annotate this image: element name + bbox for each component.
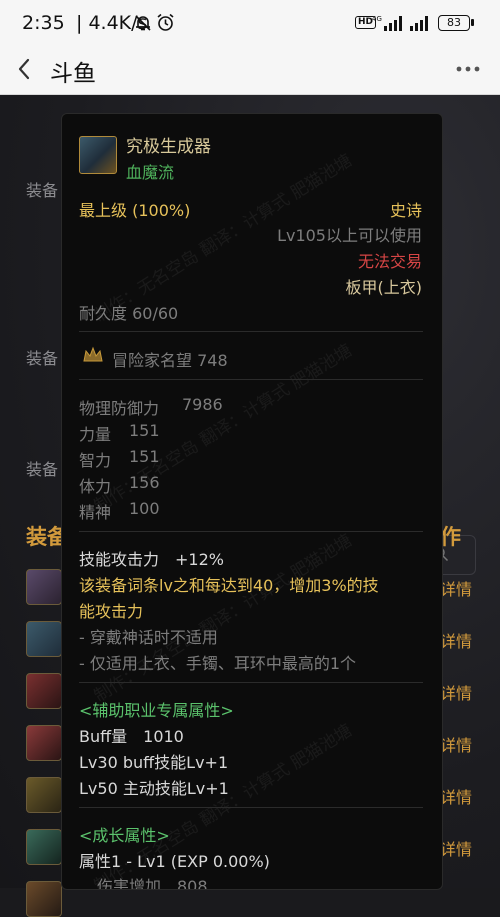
stat-value: 156 [129,473,160,492]
item-note: - 仅适用上衣、手镯、耳环中最高的1个 [79,654,357,673]
bg-item-thumb [26,725,62,761]
divider [79,531,423,532]
bg-item-thumb [26,829,62,865]
status-time: 2:35 [22,12,65,34]
battery-icon: 83 [438,15,470,31]
item-description: 该装备词条lv之和每达到40，增加3%的技 [79,576,379,595]
svg-text:4G: 4G [372,15,382,23]
bg-detail-link: 详情 [440,736,473,755]
item-name: 究极生成器 [126,137,211,157]
stat-label: 力量 [79,425,112,444]
growth-attribute: 属性1 - Lv1 (EXP 0.00%) [79,852,270,871]
item-set-name: 血魔流 [126,163,175,182]
bg-right-heading: 作 [440,525,461,549]
item-description: 能攻击力 [79,602,144,621]
item-tooltip-card: 制作：无名空岛 翻译：计算式 肥猫池塘 制作：无名空岛 翻译：计算式 肥猫池塘 … [61,113,443,890]
item-grade: 最上级 (100%) [79,201,191,220]
app-header: 斗鱼 [0,46,500,95]
growth-section-header: <成长属性> [79,826,170,845]
alarm-clock-icon [157,13,174,31]
stat-value: 100 [129,499,160,518]
bg-item-thumb [26,569,62,605]
item-rarity: 史诗 [389,201,422,220]
battery-tip [471,19,474,26]
stat-label: 体力 [79,477,112,496]
support-section-header: <辅助职业专属属性> [79,701,234,720]
stat-label: 智力 [79,451,112,470]
stat-label: 精神 [79,503,112,522]
divider [79,682,423,683]
divider [79,331,423,332]
equip-slot: 板甲(上衣) [345,278,423,297]
adventurer-fame: 冒险家名望 748 [112,351,228,370]
status-bar: 2:35 | 4.4K/s HD 4G 83 [0,0,500,46]
trade-status: 无法交易 [357,252,422,271]
support-stat: Lv30 buff技能Lv+1 [79,753,229,772]
divider [79,807,423,808]
bg-detail-link: 详情 [440,840,473,859]
bg-item-thumb [26,881,62,917]
bg-detail-link: 详情 [440,788,473,807]
mute-bell-icon [135,15,151,31]
bg-equip-label: 装备 [26,460,59,479]
bg-item-thumb [26,621,62,657]
back-arrow-icon[interactable] [14,56,36,82]
signal-icon [410,16,428,31]
stat-value: 151 [129,447,160,466]
bg-equip-label: 装备 [26,181,59,200]
skill-attack-bonus: 技能攻击力 +12% [79,550,224,569]
page-title: 斗鱼 [50,61,96,87]
signal-4g-icon: 4G [372,15,402,31]
support-stat: Buff量 1010 [79,727,184,746]
bg-detail-link: 详情 [440,632,473,651]
level-requirement: Lv105以上可以使用 [277,226,422,245]
divider [79,379,423,380]
stat-value: 7986 [182,395,223,414]
stat-label: 物理防御力 [79,399,160,418]
bg-equip-label: 装备 [26,349,59,368]
support-stat: Lv50 主动技能Lv+1 [79,779,229,798]
more-options-icon[interactable] [454,56,482,82]
bg-detail-link: 详情 [440,580,473,599]
item-note: - 穿戴神话时不适用 [79,628,218,647]
bg-item-thumb [26,673,62,709]
durability: 耐久度 60/60 [79,304,179,323]
item-armor-icon [79,136,117,174]
stat-value: 151 [129,421,160,440]
bg-item-thumb [26,777,62,813]
fame-crown-icon [83,346,103,362]
bg-detail-link: 详情 [440,684,473,703]
growth-damage: 伤害增加 808 [97,877,208,890]
